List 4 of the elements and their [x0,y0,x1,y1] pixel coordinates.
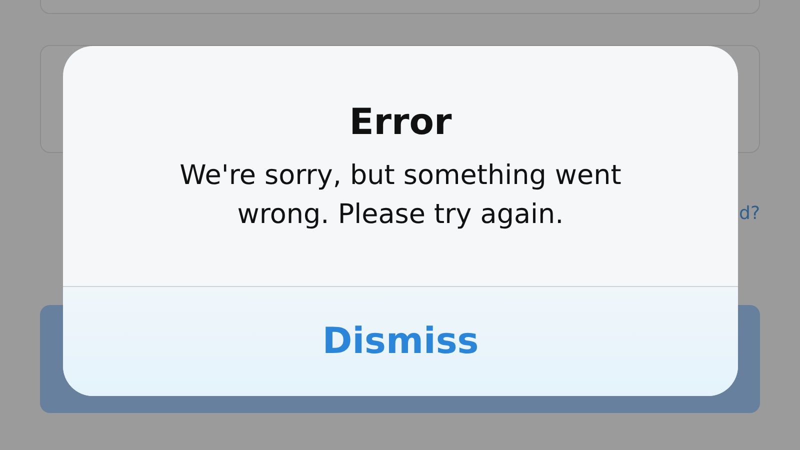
alert-message: We're sorry, but something went wrong. Please try again. [178,159,622,232]
dismiss-button[interactable]: Dismiss [63,286,738,396]
alert-title: Error [349,102,452,144]
link[interactable]: d? [739,203,760,225]
